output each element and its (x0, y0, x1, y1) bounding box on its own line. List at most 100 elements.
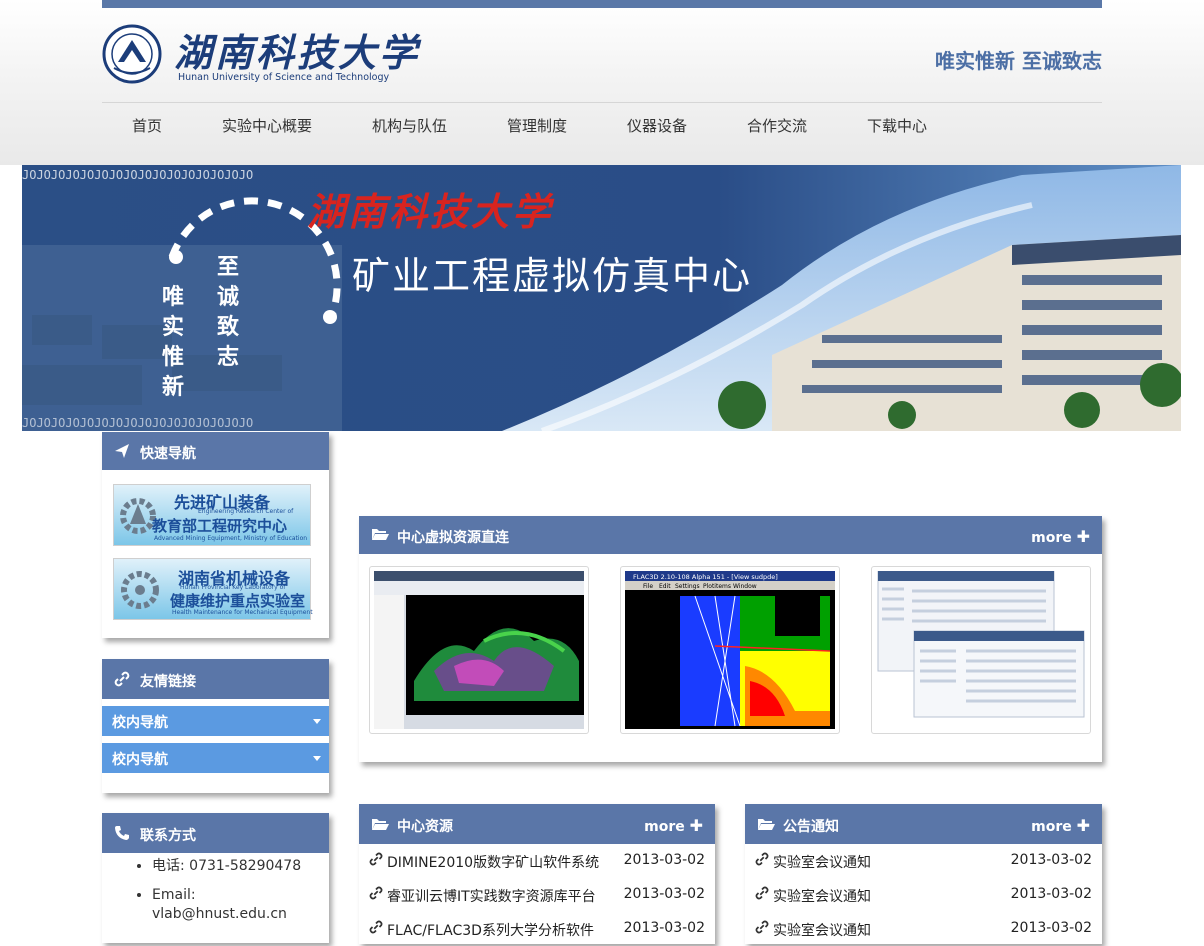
virtual-resources-header: 中心虚拟资源直连 more ✚ (359, 516, 1102, 554)
flac3d-window-title: FLAC3D 2.10-108 Alpha 151 - [View sudpde… (633, 573, 778, 581)
contact-header: 联系方式 (102, 813, 329, 853)
quick-nav-link-mechanical-lab[interactable]: 湖南省机械设备 Hunan Provincial Key Laboratory … (113, 558, 313, 620)
banner-vertical-motto-1: 至诚致志 (217, 255, 240, 370)
campus-nav-dropdown-1[interactable]: 校内导航 (102, 706, 329, 736)
contact-title: 联系方式 (140, 828, 196, 844)
contact-email-label: Email: (152, 887, 196, 903)
flac3d-menu-edit: Edit (659, 583, 671, 590)
link-icon (369, 886, 383, 904)
gear-icon (121, 571, 159, 609)
quick-nav-item-1-line4: Advanced Mining Equipment, Ministry of E… (154, 535, 308, 542)
resource-date: 2013-03-02 (623, 852, 705, 868)
resource-title: 睿亚训云博IT实践数字资源库平台 (387, 889, 596, 905)
quick-nav-panel: 快速导航 先进矿山装备 Engineering Research Center … (102, 432, 329, 638)
quick-nav-item-1-line3: 教育部工程研究中心 (152, 517, 288, 535)
nav-item-management[interactable]: 管理制度 (507, 115, 567, 136)
platform-screenshot (876, 571, 1086, 729)
notice-title: 实验室会议通知 (773, 889, 871, 905)
nav-item-overview[interactable]: 实验中心概要 (222, 115, 312, 136)
hero-banner: JOJOJOJOJOJOJOJOJOJOJOJOJOJOJOJO JOJOJOJ… (22, 165, 1181, 431)
banner-title: 矿业工程虚拟仿真中心 (352, 254, 753, 298)
friend-links-title: 友情链接 (140, 674, 196, 690)
contact-details: 电话: 0731-58290478 Email: vlab@hnust.edu.c… (102, 857, 329, 934)
virtual-resource-thumb-dimine[interactable] (369, 566, 589, 734)
notice-row[interactable]: 实验室会议通知 2013-03-02 (745, 878, 1102, 912)
flac3d-menu-file: File (643, 583, 653, 590)
campus-nav-dropdown-2[interactable]: 校内导航 (102, 743, 329, 773)
friend-links-header: 友情链接 (102, 659, 329, 699)
notice-row[interactable]: 实验室会议通知 2013-03-02 (745, 844, 1102, 878)
flac3d-screenshot: FLAC3D 2.10-108 Alpha 151 - [View sudpde… (625, 571, 835, 729)
phone-icon (114, 825, 130, 845)
resource-date: 2013-03-02 (623, 920, 705, 936)
paper-plane-icon (114, 443, 130, 463)
dropdown-label: 校内导航 (112, 752, 168, 768)
friend-links-panel: 友情链接 校内导航 校内导航 (102, 659, 329, 793)
resource-date: 2013-03-02 (623, 886, 705, 902)
link-icon (369, 920, 383, 938)
header-slogan: 唯实惟新 至诚致志 (935, 49, 1102, 73)
nav-item-organization[interactable]: 机构与队伍 (372, 115, 447, 136)
resource-row[interactable]: FLAC/FLAC3D系列大学分析软件 2013-03-02 (359, 912, 715, 946)
virtual-resources-title: 中心虚拟资源直连 (397, 530, 509, 546)
virtual-resource-thumb-platform[interactable] (871, 566, 1091, 734)
notice-title: 实验室会议通知 (773, 923, 871, 939)
notices-title: 公告通知 (783, 819, 839, 835)
virtual-resources-more-link[interactable]: more ✚ (1031, 527, 1090, 546)
plus-icon: ✚ (689, 816, 703, 835)
school-name-en: Hunan University of Science and Technolo… (178, 72, 390, 83)
notice-date: 2013-03-02 (1010, 852, 1092, 868)
virtual-resources-panel: 中心虚拟资源直连 more ✚ FLAC3D 2.10-108 Alpha 15… (359, 516, 1102, 762)
plus-icon: ✚ (1076, 527, 1090, 546)
plus-icon: ✚ (1076, 816, 1090, 835)
quick-nav-item-2-line4: Health Maintenance for Mechanical Equipm… (172, 609, 313, 616)
quick-nav-item-2-line3: 健康维护重点实验室 (170, 592, 306, 610)
contact-email[interactable]: vlab@hnust.edu.cn (152, 906, 287, 922)
notice-title: 实验室会议通知 (773, 855, 871, 871)
notice-row[interactable]: 实验室会议通知 2013-03-02 (745, 912, 1102, 946)
resource-title: DIMINE2010版数字矿山软件系统 (387, 855, 600, 871)
link-icon (755, 920, 769, 938)
folder-open-icon (371, 817, 389, 835)
flac3d-menu-plotitems: Plotitems (703, 583, 731, 590)
contact-phone: 电话: 0731-58290478 (152, 857, 329, 876)
school-logo[interactable]: 湖南科技大学 Hunan University of Science and T… (102, 22, 417, 88)
binary-strip-bottom: JOJOJOJOJOJOJOJOJOJOJOJOJOJOJOJO (22, 416, 253, 430)
top-accent-bar (102, 0, 1102, 8)
folder-open-icon (371, 527, 389, 545)
link-icon (755, 852, 769, 870)
resource-row[interactable]: 睿亚训云博IT实践数字资源库平台 2013-03-02 (359, 878, 715, 912)
link-icon (114, 671, 130, 691)
flac3d-menu-settings: Settings (675, 583, 700, 590)
main-nav: 首页 实验中心概要 机构与队伍 管理制度 仪器设备 合作交流 下载中心 (102, 103, 1102, 147)
quick-nav-item-1-line2: Engineering Research Center of (198, 508, 294, 515)
dimine-screenshot (374, 571, 584, 729)
center-resources-title: 中心资源 (397, 819, 453, 835)
resource-title: FLAC/FLAC3D系列大学分析软件 (387, 923, 594, 939)
center-resources-header: 中心资源 more ✚ (359, 804, 715, 844)
more-label: more (644, 819, 685, 835)
quick-nav-link-mining-center[interactable]: 先进矿山装备 Engineering Research Center of 教育… (113, 484, 311, 546)
nav-item-equipment[interactable]: 仪器设备 (627, 115, 687, 136)
virtual-resource-thumb-flac3d[interactable]: FLAC3D 2.10-108 Alpha 151 - [View sudpde… (620, 566, 840, 734)
nav-item-cooperation[interactable]: 合作交流 (747, 115, 807, 136)
dropdown-label: 校内导航 (112, 715, 168, 731)
school-emblem-icon (102, 24, 162, 84)
contact-panel: 联系方式 电话: 0731-58290478 Email: vlab@hnust.… (102, 813, 329, 943)
more-label: more (1031, 819, 1072, 835)
flac3d-menu-window: Window (733, 583, 757, 590)
banner-school-name: 湖南科技大学 (307, 189, 554, 234)
notices-more-link[interactable]: more ✚ (1031, 816, 1090, 835)
resource-row[interactable]: DIMINE2010版数字矿山软件系统 2013-03-02 (359, 844, 715, 878)
notices-panel: 公告通知 more ✚ 实验室会议通知 2013-03-02 实验室会议通知 2… (745, 804, 1102, 944)
link-icon (369, 852, 383, 870)
quick-nav-title: 快速导航 (140, 446, 196, 462)
more-label: more (1031, 530, 1072, 546)
nav-item-download[interactable]: 下载中心 (867, 115, 927, 136)
binary-strip-top: JOJOJOJOJOJOJOJOJOJOJOJOJOJOJOJO (22, 168, 253, 182)
center-resources-more-link[interactable]: more ✚ (644, 816, 703, 835)
contact-email-item: Email: vlab@hnust.edu.cn (152, 886, 329, 924)
chevron-down-icon (313, 719, 321, 724)
nav-item-home[interactable]: 首页 (132, 115, 162, 136)
link-icon (755, 886, 769, 904)
